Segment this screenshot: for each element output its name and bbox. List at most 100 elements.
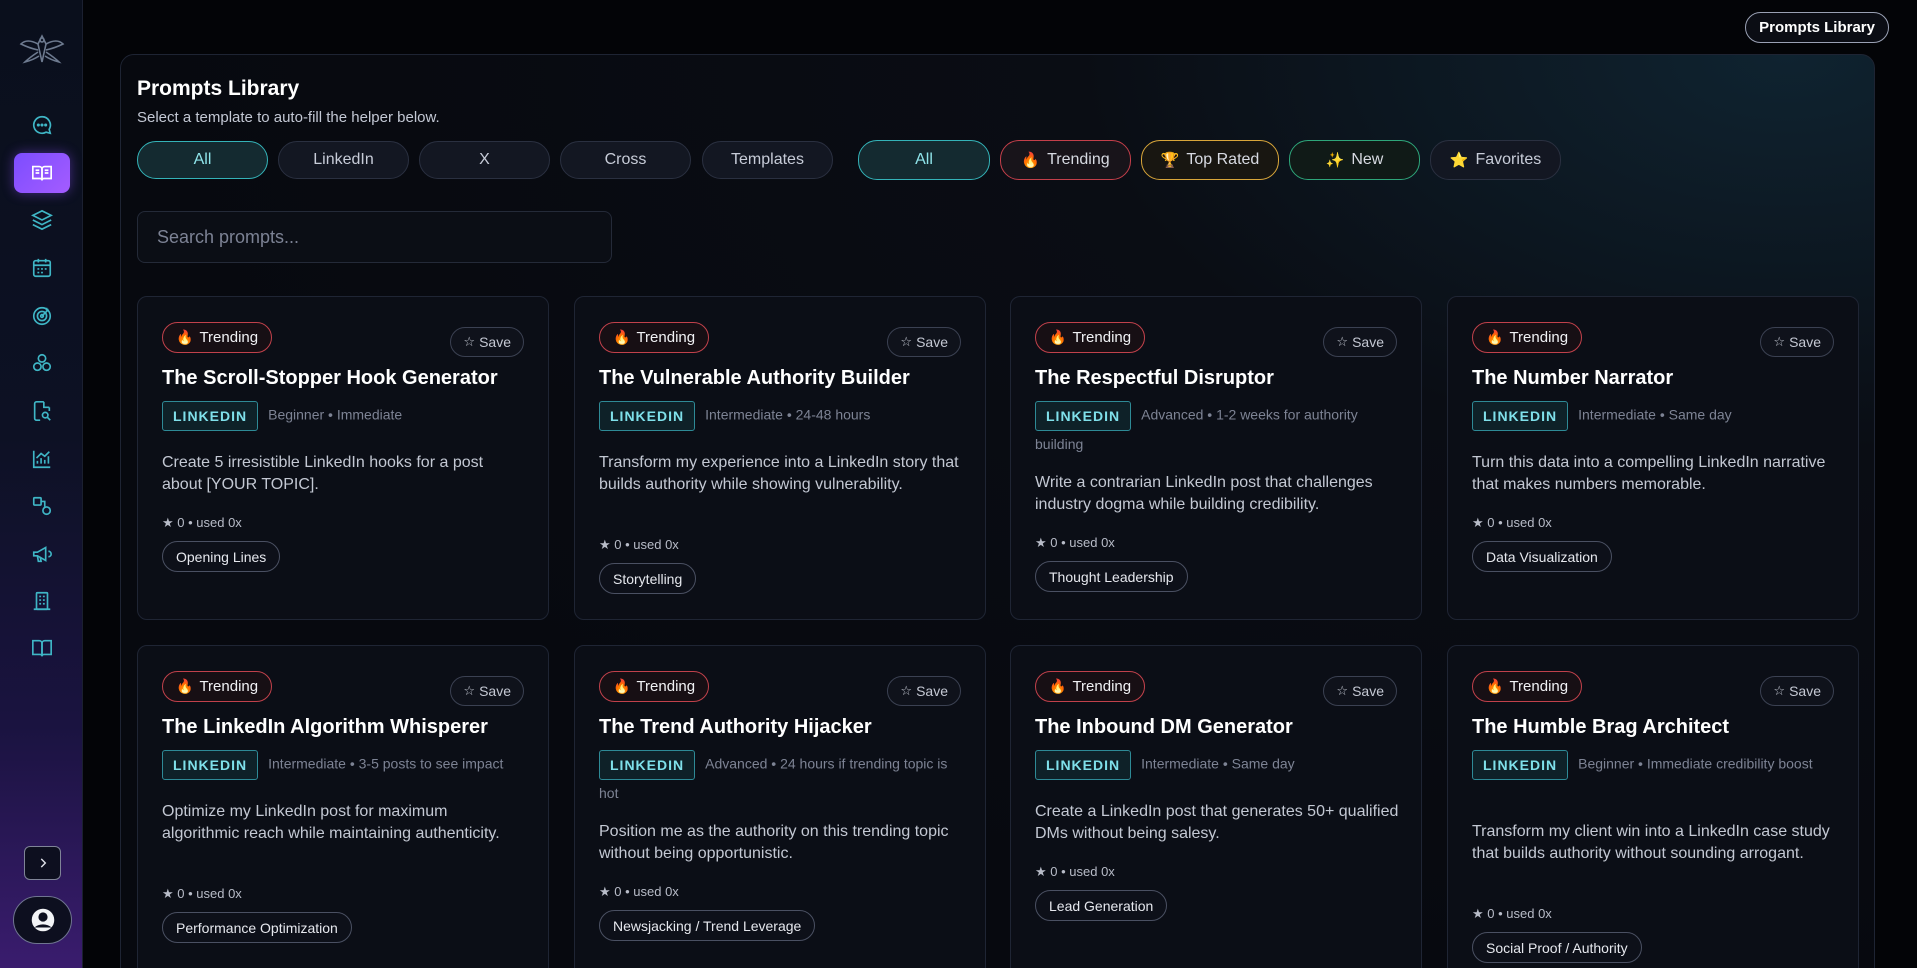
- sidebar-item-company[interactable]: [14, 581, 70, 621]
- card-meta: LINKEDIN Intermediate • 3-5 posts to see …: [162, 750, 527, 780]
- filter-platform-templates[interactable]: Templates: [702, 141, 833, 179]
- prompt-card[interactable]: 🔥 Trending ☆ Save The Number Narrator LINK…: [1447, 296, 1859, 620]
- user-avatar-button[interactable]: [13, 896, 72, 944]
- prompt-card[interactable]: 🔥 Trending ☆ Save The Vulnerable Authority…: [574, 296, 986, 620]
- category-tag: Newsjacking / Trend Leverage: [599, 910, 816, 941]
- filter-sort-top-rated[interactable]: 🏆 Top Rated: [1141, 140, 1279, 180]
- fire-icon: 🔥: [1021, 152, 1041, 169]
- layers-icon: [31, 209, 53, 231]
- filter-sort-all[interactable]: All: [858, 140, 990, 180]
- filter-label: New: [1351, 151, 1384, 168]
- sidebar-item-workflow[interactable]: [14, 486, 70, 526]
- card-stats: ★ 0 • used 0x: [599, 537, 679, 552]
- sidebar-item-docs[interactable]: [14, 628, 70, 668]
- save-button[interactable]: ☆ Save: [450, 676, 524, 706]
- filter-sort-new[interactable]: ✨ New: [1289, 140, 1420, 180]
- badge-label: Trending: [1072, 329, 1132, 346]
- filter-platform-cross[interactable]: Cross: [560, 141, 691, 179]
- category-tag: Storytelling: [599, 563, 697, 594]
- save-button[interactable]: ☆ Save: [450, 327, 524, 357]
- save-button[interactable]: ☆ Save: [1323, 676, 1397, 706]
- prompts-library-panel: Prompts Library Select a template to aut…: [120, 54, 1875, 968]
- filter-label: Favorites: [1475, 151, 1542, 168]
- calendar-icon: [32, 258, 52, 278]
- sidebar-item-campaigns[interactable]: [14, 534, 70, 574]
- card-title: The Number Narrator: [1472, 367, 1674, 389]
- sidebar-item-research[interactable]: [14, 391, 70, 431]
- filter-sort-trending[interactable]: 🔥 Trending: [1000, 140, 1131, 180]
- save-button[interactable]: ☆ Save: [1323, 327, 1397, 357]
- expand-sidebar-button[interactable]: [24, 846, 61, 880]
- difficulty-timeline: Beginner • Immediate: [268, 406, 403, 423]
- badge-label: Trending: [199, 329, 259, 346]
- trending-badge: 🔥 Trending: [162, 671, 273, 702]
- difficulty-timeline: Intermediate • Same day: [1578, 406, 1732, 423]
- card-stats: ★ 0 • used 0x: [1472, 906, 1552, 921]
- page-subtitle: Select a template to auto-fill the helpe…: [137, 109, 440, 126]
- filter-label: Templates: [731, 151, 804, 168]
- badge-label: Trending: [1509, 678, 1569, 695]
- save-label: Save: [916, 683, 948, 699]
- platform-tag: LINKEDIN: [1472, 401, 1569, 431]
- book-open-icon: [32, 165, 52, 181]
- prompt-card[interactable]: 🔥 Trending ☆ Save The Respectful Disruptor…: [1010, 296, 1422, 620]
- card-meta: LINKEDIN Advanced • 1-2 weeks for authori…: [1035, 401, 1400, 457]
- filter-label: Cross: [604, 151, 647, 168]
- card-description: Transform my client win into a LinkedIn …: [1472, 823, 1830, 862]
- sidebar-item-analytics[interactable]: [14, 439, 70, 479]
- sidebar-item-groups[interactable]: [14, 343, 70, 383]
- category-tag: Thought Leadership: [1035, 561, 1188, 592]
- card-stats: ★ 0 • used 0x: [1035, 864, 1115, 879]
- file-search-icon: [33, 401, 51, 421]
- category-tag: Opening Lines: [162, 541, 281, 572]
- star-outline-icon: ☆: [463, 334, 476, 349]
- save-button[interactable]: ☆ Save: [887, 327, 961, 357]
- filter-platform-x[interactable]: X: [419, 141, 550, 179]
- sidebar-item-layers[interactable]: [14, 200, 70, 240]
- card-meta: LINKEDIN Intermediate • Same day: [1472, 401, 1837, 431]
- badge-label: Trending: [636, 329, 696, 346]
- card-title: The Vulnerable Authority Builder: [599, 367, 910, 389]
- sidebar-item-chat[interactable]: [14, 105, 70, 145]
- card-meta: LINKEDIN Intermediate • 24-48 hours: [599, 401, 964, 431]
- card-title: The Trend Authority Hijacker: [599, 716, 872, 738]
- prompt-card[interactable]: 🔥 Trending ☆ Save The Scroll-Stopper Hook …: [137, 296, 549, 620]
- fire-icon: 🔥: [1486, 678, 1504, 694]
- logo-icon: [19, 34, 65, 64]
- filter-platform-all[interactable]: All: [137, 141, 268, 179]
- card-stats: ★ 0 • used 0x: [1472, 515, 1552, 530]
- save-button[interactable]: ☆ Save: [1760, 327, 1834, 357]
- fire-icon: 🔥: [613, 329, 631, 345]
- fire-icon: 🔥: [1486, 329, 1504, 345]
- prompt-card[interactable]: 🔥 Trending ☆ Save The Humble Brag Architec…: [1447, 645, 1859, 968]
- sidebar-item-calendar[interactable]: [14, 248, 70, 288]
- filter-platform-linkedin[interactable]: LinkedIn: [278, 141, 409, 179]
- badge-label: Trending: [1072, 678, 1132, 695]
- user-avatar-icon: [29, 907, 56, 933]
- card-meta: LINKEDIN Beginner • Immediate: [162, 401, 527, 431]
- difficulty-timeline: Intermediate • 24-48 hours: [705, 406, 871, 423]
- building-icon: [33, 591, 51, 611]
- book-icon: [32, 639, 52, 657]
- star-outline-icon: ☆: [1336, 334, 1349, 349]
- search-input[interactable]: [137, 211, 612, 263]
- prompt-card[interactable]: 🔥 Trending ☆ Save The Trend Authority Hija…: [574, 645, 986, 968]
- card-title: The Scroll-Stopper Hook Generator: [162, 367, 498, 389]
- save-label: Save: [1352, 334, 1384, 350]
- card-stats: ★ 0 • used 0x: [162, 886, 242, 901]
- save-label: Save: [1789, 334, 1821, 350]
- card-description: Optimize my LinkedIn post for maximum al…: [162, 803, 500, 842]
- sidebar-item-prompts-library[interactable]: [14, 153, 70, 193]
- prompt-card[interactable]: 🔥 Trending ☆ Save The LinkedIn Algorithm W…: [137, 645, 549, 968]
- trending-badge: 🔥 Trending: [1035, 671, 1146, 702]
- star-outline-icon: ☆: [900, 683, 913, 698]
- prompts-library-button[interactable]: Prompts Library: [1745, 12, 1889, 43]
- filter-sort-favorites[interactable]: ⭐ Favorites: [1430, 140, 1561, 180]
- sidebar-item-target[interactable]: [14, 296, 70, 336]
- fire-icon: 🔥: [176, 678, 194, 694]
- save-button[interactable]: ☆ Save: [887, 676, 961, 706]
- prompt-card[interactable]: 🔥 Trending ☆ Save The Inbound DM Generator…: [1010, 645, 1422, 968]
- trending-badge: 🔥 Trending: [1035, 322, 1146, 353]
- save-button[interactable]: ☆ Save: [1760, 676, 1834, 706]
- filter-label: Trending: [1047, 151, 1110, 168]
